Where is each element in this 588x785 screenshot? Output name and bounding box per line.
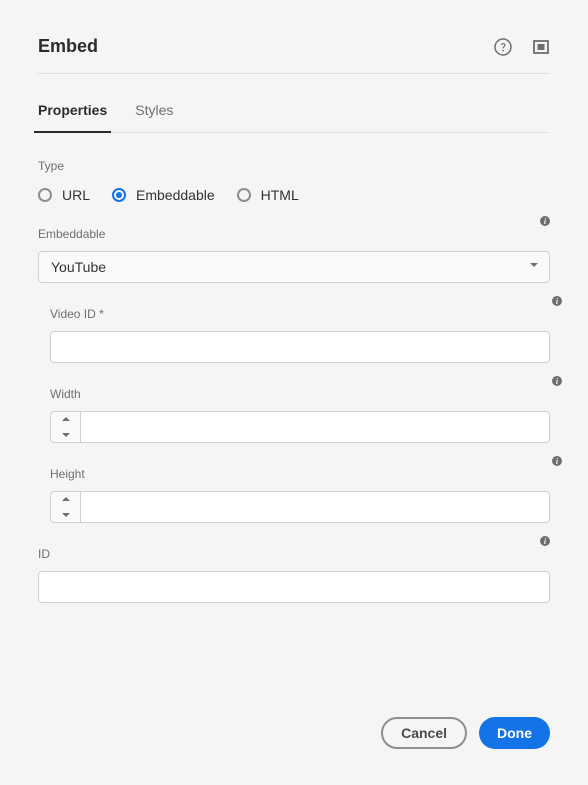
radio-embeddable-label: Embeddable <box>136 187 215 203</box>
height-stepper-buttons <box>50 491 80 523</box>
fullscreen-icon[interactable] <box>532 38 550 56</box>
width-stepper-buttons <box>50 411 80 443</box>
embeddable-select[interactable]: YouTube <box>38 251 550 283</box>
video-id-label: Video ID * <box>50 307 104 321</box>
tab-properties[interactable]: Properties <box>38 92 107 132</box>
width-input[interactable] <box>80 411 550 443</box>
info-icon[interactable]: i <box>552 373 562 383</box>
tab-bar: Properties Styles <box>38 92 550 133</box>
type-radio-group: URL Embeddable HTML <box>38 187 550 203</box>
help-icon[interactable] <box>494 38 512 56</box>
info-icon[interactable]: i <box>540 213 550 223</box>
cancel-button[interactable]: Cancel <box>381 717 467 749</box>
id-input[interactable] <box>38 571 550 603</box>
info-icon[interactable]: i <box>552 293 562 303</box>
video-id-input[interactable] <box>50 331 550 363</box>
radio-url-label: URL <box>62 187 90 203</box>
height-input[interactable] <box>80 491 550 523</box>
radio-html[interactable]: HTML <box>237 187 299 203</box>
info-icon[interactable]: i <box>540 533 550 543</box>
tab-styles[interactable]: Styles <box>135 92 173 132</box>
height-step-down[interactable] <box>51 507 80 522</box>
embeddable-label: Embeddable <box>38 227 105 241</box>
radio-embeddable[interactable]: Embeddable <box>112 187 215 203</box>
height-step-up[interactable] <box>51 492 80 507</box>
id-label: ID <box>38 547 50 561</box>
done-button[interactable]: Done <box>479 717 550 749</box>
dialog-title: Embed <box>38 36 98 57</box>
radio-url[interactable]: URL <box>38 187 90 203</box>
type-label: Type <box>38 159 550 173</box>
height-label: Height <box>50 467 85 481</box>
width-step-down[interactable] <box>51 427 80 442</box>
width-label: Width <box>50 387 81 401</box>
info-icon[interactable]: i <box>552 453 562 463</box>
width-step-up[interactable] <box>51 412 80 427</box>
radio-html-label: HTML <box>261 187 299 203</box>
